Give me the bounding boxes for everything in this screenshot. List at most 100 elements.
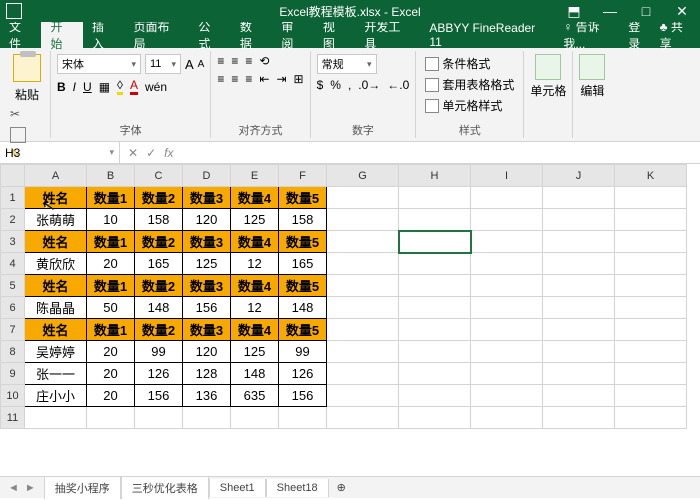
copy-icon[interactable] — [10, 127, 26, 143]
select-all-corner[interactable] — [1, 165, 25, 187]
column-header[interactable]: D — [183, 165, 231, 187]
cell[interactable] — [399, 319, 471, 341]
row-header[interactable]: 5 — [1, 275, 25, 297]
cell[interactable] — [87, 407, 135, 429]
cell[interactable]: 136 — [183, 385, 231, 407]
cell[interactable] — [615, 297, 687, 319]
cell[interactable] — [327, 363, 399, 385]
cell[interactable] — [615, 341, 687, 363]
cell[interactable]: 156 — [135, 385, 183, 407]
cell[interactable]: 20 — [87, 341, 135, 363]
column-header[interactable]: E — [231, 165, 279, 187]
cell[interactable]: 数量3 — [183, 187, 231, 209]
cell[interactable]: 128 — [183, 363, 231, 385]
cell[interactable] — [327, 297, 399, 319]
cell[interactable]: 陈晶晶 — [25, 297, 87, 319]
cell[interactable] — [543, 385, 615, 407]
indent-decrease-button[interactable]: ⇤ — [259, 72, 269, 86]
sheet-nav-next[interactable]: ► — [25, 482, 36, 494]
cell[interactable] — [399, 385, 471, 407]
column-header[interactable]: J — [543, 165, 615, 187]
cell[interactable]: 20 — [87, 385, 135, 407]
row-header[interactable]: 7 — [1, 319, 25, 341]
cell[interactable] — [327, 253, 399, 275]
cell[interactable] — [399, 341, 471, 363]
conditional-format-button[interactable]: 条件格式 — [422, 54, 493, 73]
align-top-button[interactable]: ≡ — [217, 54, 224, 68]
cell[interactable] — [615, 209, 687, 231]
increase-decimal-button[interactable]: .0→ — [358, 78, 380, 92]
row-header[interactable]: 10 — [1, 385, 25, 407]
cell[interactable]: 156 — [279, 385, 327, 407]
cell[interactable] — [327, 231, 399, 253]
cell[interactable] — [471, 253, 543, 275]
sheet-tab[interactable]: Sheet1 — [209, 479, 266, 497]
spreadsheet-grid[interactable]: ABCDEFGHIJK1姓名数量1数量2数量3数量4数量52张萌萌1015812… — [0, 164, 700, 476]
font-color-button[interactable]: A — [130, 78, 138, 95]
cell[interactable]: 数量5 — [279, 231, 327, 253]
cell[interactable]: 数量1 — [87, 319, 135, 341]
cut-icon[interactable]: ✂ — [10, 107, 26, 123]
cell[interactable]: 635 — [231, 385, 279, 407]
cell[interactable]: 126 — [279, 363, 327, 385]
cell[interactable]: 数量5 — [279, 319, 327, 341]
cell[interactable]: 数量4 — [231, 231, 279, 253]
cell[interactable] — [279, 407, 327, 429]
cell[interactable] — [399, 231, 471, 253]
cell[interactable]: 165 — [135, 253, 183, 275]
cell[interactable] — [471, 209, 543, 231]
cell[interactable] — [399, 209, 471, 231]
phonetic-button[interactable]: wén — [145, 80, 167, 94]
cell[interactable] — [615, 407, 687, 429]
tab-review[interactable]: 审阅 — [272, 22, 313, 48]
italic-button[interactable]: I — [73, 80, 76, 94]
sheet-nav-prev[interactable]: ◄ — [8, 482, 19, 494]
row-header[interactable]: 1 — [1, 187, 25, 209]
align-left-button[interactable]: ≡ — [217, 72, 224, 86]
maximize-button[interactable]: □ — [628, 0, 664, 22]
cell[interactable] — [543, 363, 615, 385]
align-middle-button[interactable]: ≡ — [231, 54, 238, 68]
cell[interactable]: 158 — [135, 209, 183, 231]
cell[interactable] — [615, 275, 687, 297]
cell[interactable]: 10 — [87, 209, 135, 231]
cells-button[interactable]: 单元格 — [530, 54, 566, 99]
cell[interactable]: 黄欣欣 — [25, 253, 87, 275]
cell[interactable]: 126 — [135, 363, 183, 385]
align-center-button[interactable]: ≡ — [231, 72, 238, 86]
cell[interactable]: 数量3 — [183, 231, 231, 253]
tab-abbyy[interactable]: ABBYY FineReader 11 — [420, 22, 557, 48]
cell[interactable]: 120 — [183, 341, 231, 363]
cell[interactable] — [327, 187, 399, 209]
cell[interactable]: 数量4 — [231, 275, 279, 297]
tell-me-search[interactable]: ♀ 告诉我... — [563, 18, 620, 52]
cell[interactable]: 数量1 — [87, 187, 135, 209]
cell[interactable]: 数量1 — [87, 231, 135, 253]
cell[interactable] — [399, 363, 471, 385]
cell[interactable]: 张一一 — [25, 363, 87, 385]
cell[interactable] — [327, 385, 399, 407]
cell[interactable]: 数量2 — [135, 319, 183, 341]
decrease-decimal-button[interactable]: ←.0 — [387, 78, 409, 92]
cell-styles-button[interactable]: 单元格样式 — [422, 96, 505, 115]
cell[interactable] — [615, 385, 687, 407]
cell[interactable]: 12 — [231, 297, 279, 319]
decrease-font-button[interactable]: A — [198, 59, 205, 70]
tab-file[interactable]: 文件 — [0, 22, 41, 48]
column-header[interactable]: A — [25, 165, 87, 187]
indent-increase-button[interactable]: ⇥ — [276, 72, 286, 86]
cell[interactable]: 姓名 — [25, 319, 87, 341]
minimize-button[interactable]: — — [592, 0, 628, 22]
cell[interactable] — [327, 341, 399, 363]
font-name-select[interactable]: 宋体▾ — [57, 54, 141, 74]
cell[interactable]: 姓名 — [25, 275, 87, 297]
row-header[interactable]: 3 — [1, 231, 25, 253]
currency-button[interactable]: $ — [317, 78, 324, 92]
cell[interactable] — [327, 407, 399, 429]
account-link[interactable]: 登录 — [628, 18, 651, 52]
cell[interactable] — [543, 275, 615, 297]
sheet-tab[interactable]: 三秒优化表格 — [121, 477, 209, 499]
cell[interactable] — [399, 253, 471, 275]
cell[interactable] — [543, 253, 615, 275]
cell[interactable] — [183, 407, 231, 429]
